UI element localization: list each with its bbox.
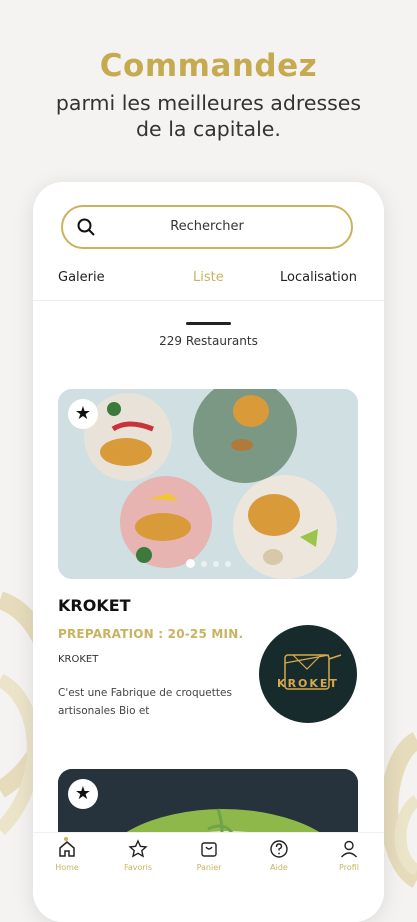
help-icon (254, 839, 304, 863)
headline-subtitle: parmi les meilleures adresses de la capi… (0, 90, 417, 142)
nav-label: Profil (339, 863, 359, 872)
star-outline-icon (113, 839, 163, 863)
user-icon (324, 839, 374, 863)
active-indicator (64, 837, 68, 841)
tabs-divider (33, 300, 384, 301)
star-icon: ★ (74, 783, 92, 804)
star-icon: ★ (74, 403, 92, 424)
tab-localisation[interactable]: Localisation (280, 270, 357, 285)
nav-label: Aide (270, 863, 288, 872)
restaurant-subtitle: KROKET (58, 654, 99, 665)
preparation-time: PREPARATION : 20-25 MIN. (58, 627, 244, 641)
nav-profil[interactable]: Profil (324, 839, 374, 872)
restaurant-name[interactable]: KROKET (58, 596, 131, 615)
drag-handle[interactable] (186, 322, 231, 325)
carousel-dot[interactable] (200, 561, 207, 567)
bottom-navigation: Home Favoris Panier Aide Profil (33, 832, 384, 891)
nav-panier[interactable]: Panier (184, 839, 234, 872)
basket-icon (184, 839, 234, 863)
carousel-dot[interactable] (224, 561, 231, 567)
headline-title: Commandez (99, 48, 318, 84)
restaurant-description: C'est une Fabrique de croquettes artison… (58, 687, 232, 717)
headline-subtitle-line1: parmi les meilleures adresses (55, 91, 362, 115)
restaurant-photo-carousel[interactable]: ★ (58, 389, 358, 579)
food-photo (58, 389, 358, 579)
headline-subtitle-line2: de la capitale. (136, 117, 281, 141)
nav-label: Panier (196, 863, 222, 872)
view-tabs: Galerie Liste Localisation (33, 270, 384, 290)
carousel-dot-active[interactable] (185, 559, 195, 568)
nav-label: Home (55, 863, 79, 872)
restaurant-count: 229 Restaurants (159, 334, 258, 348)
carousel-dots (58, 552, 358, 571)
logo-text: KROKET (277, 677, 339, 690)
favorite-button[interactable]: ★ (68, 399, 98, 429)
nav-label: Favoris (123, 863, 153, 872)
tab-galerie[interactable]: Galerie (58, 270, 105, 285)
home-icon (42, 839, 92, 863)
search-input[interactable]: Rechercher (63, 219, 351, 234)
search-bar[interactable]: Rechercher (61, 205, 353, 249)
promo-headline: Commandez parmi les meilleures adresses … (0, 48, 417, 142)
restaurant-logo[interactable]: KROKET (259, 625, 357, 723)
nav-favoris[interactable]: Favoris (113, 839, 163, 872)
tab-liste[interactable]: Liste (193, 270, 224, 285)
kroket-logo-graphic (284, 654, 342, 690)
nav-home[interactable]: Home (42, 837, 92, 872)
phone-screen: Rechercher Galerie Liste Localisation 22… (33, 182, 384, 922)
nav-aide[interactable]: Aide (254, 839, 304, 872)
favorite-button-2[interactable]: ★ (68, 779, 98, 809)
carousel-dot[interactable] (212, 561, 219, 567)
